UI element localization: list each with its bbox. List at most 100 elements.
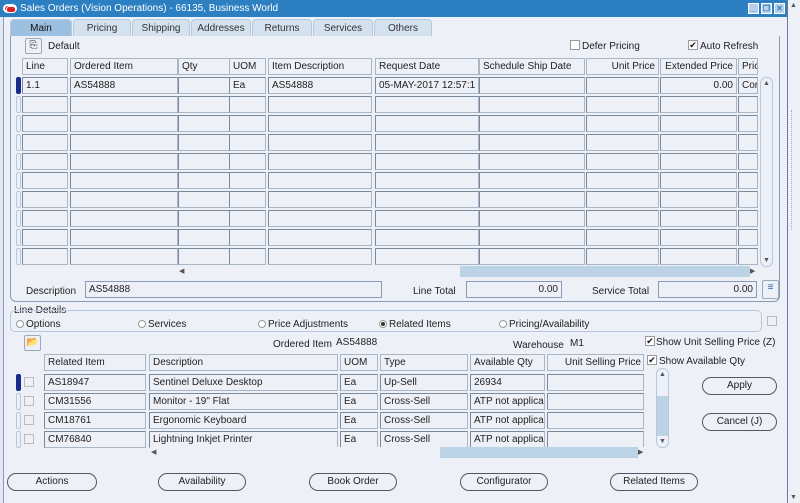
table-cell[interactable]	[22, 134, 68, 151]
column-header[interactable]: Extended Price	[660, 58, 737, 75]
table-cell[interactable]	[660, 191, 737, 208]
table-cell[interactable]	[22, 191, 68, 208]
column-header[interactable]: Type	[380, 354, 468, 371]
table-cell[interactable]	[586, 153, 659, 170]
column-header[interactable]: Request Date	[375, 58, 479, 75]
pricing-availability-radio[interactable]	[499, 320, 507, 328]
table-cell[interactable]	[229, 172, 266, 189]
table-cell[interactable]: Cross-Sell	[380, 431, 468, 448]
table-cell[interactable]	[738, 210, 758, 227]
column-header[interactable]: Unit Selling Price	[547, 354, 644, 371]
scroll-up-icon[interactable]: ▲	[659, 371, 666, 378]
table-cell[interactable]	[22, 96, 68, 113]
table-cell[interactable]: 05-MAY-2017 12:57:1	[375, 77, 479, 94]
table-cell[interactable]	[229, 153, 266, 170]
column-header[interactable]: Schedule Ship Date	[479, 58, 585, 75]
table-cell[interactable]	[375, 153, 479, 170]
table-cell[interactable]: Ea	[229, 77, 266, 94]
table-cell[interactable]: 0.00	[660, 77, 737, 94]
table-cell[interactable]	[660, 172, 737, 189]
table-cell[interactable]: AS54888	[268, 77, 372, 94]
table-cell[interactable]: Ea	[340, 393, 378, 410]
table-cell[interactable]	[229, 191, 266, 208]
table-cell[interactable]	[70, 153, 178, 170]
table-cell[interactable]	[375, 229, 479, 246]
related-vertical-scrollbar[interactable]: ▲ ▼	[656, 368, 669, 448]
table-cell[interactable]	[268, 248, 372, 265]
table-cell[interactable]	[660, 229, 737, 246]
auto-refresh-checkbox[interactable]: ✔	[688, 40, 698, 50]
availability-button[interactable]: Availability	[158, 473, 246, 491]
table-cell[interactable]	[22, 172, 68, 189]
table-cell[interactable]	[178, 248, 230, 265]
table-cell[interactable]	[375, 172, 479, 189]
table-cell[interactable]	[70, 248, 178, 265]
table-cell[interactable]	[586, 248, 659, 265]
row-selector[interactable]	[16, 191, 21, 208]
scroll-up-icon[interactable]: ▲	[790, 2, 797, 9]
table-cell[interactable]	[229, 248, 266, 265]
scroll-left-icon[interactable]: ◀	[151, 448, 156, 456]
table-cell[interactable]	[660, 153, 737, 170]
show-available-qty-checkbox[interactable]: ✔	[647, 355, 657, 365]
table-cell[interactable]	[660, 210, 737, 227]
table-cell[interactable]	[479, 77, 585, 94]
row-selector[interactable]	[16, 374, 21, 391]
table-cell[interactable]	[738, 248, 758, 265]
row-selector[interactable]	[16, 96, 21, 113]
table-cell[interactable]: ATP not applica	[470, 431, 545, 448]
table-cell[interactable]	[738, 115, 758, 132]
table-cell[interactable]: CM31556	[44, 393, 146, 410]
column-header[interactable]: Line	[22, 58, 68, 75]
price-adjustments-radio[interactable]	[258, 320, 266, 328]
table-cell[interactable]	[178, 210, 230, 227]
scroll-left-icon[interactable]: ◀	[179, 267, 184, 275]
table-cell[interactable]: Ea	[340, 374, 378, 391]
tab-main[interactable]: Main	[10, 19, 72, 36]
table-cell[interactable]	[178, 172, 230, 189]
table-cell[interactable]	[375, 210, 479, 227]
table-cell[interactable]: 26934	[470, 374, 545, 391]
table-cell[interactable]	[586, 134, 659, 151]
row-selector[interactable]	[16, 229, 21, 246]
tab-shipping[interactable]: Shipping	[132, 19, 190, 36]
table-cell[interactable]	[479, 191, 585, 208]
table-cell[interactable]	[22, 153, 68, 170]
table-cell[interactable]	[268, 172, 372, 189]
tab-services[interactable]: Services	[313, 19, 373, 36]
table-cell[interactable]	[479, 115, 585, 132]
table-cell[interactable]	[586, 96, 659, 113]
scroll-right-icon[interactable]: ▶	[638, 448, 643, 456]
table-cell[interactable]	[268, 210, 372, 227]
restore-icon[interactable]: ❐	[761, 3, 772, 14]
table-cell[interactable]	[268, 153, 372, 170]
table-cell[interactable]: Cor	[738, 77, 758, 94]
table-cell[interactable]	[547, 412, 644, 429]
table-cell[interactable]: CM76840	[44, 431, 146, 448]
row-selector[interactable]	[16, 172, 21, 189]
table-cell[interactable]	[268, 115, 372, 132]
apply-button[interactable]: Apply	[702, 377, 777, 395]
table-cell[interactable]	[229, 96, 266, 113]
table-cell[interactable]: Lightning Inkjet Printer	[149, 431, 338, 448]
row-select-checkbox[interactable]	[24, 396, 34, 406]
description-field[interactable]: AS54888	[85, 281, 382, 298]
table-cell[interactable]	[738, 134, 758, 151]
table-cell[interactable]	[70, 191, 178, 208]
table-cell[interactable]	[178, 96, 230, 113]
tab-pricing[interactable]: Pricing	[73, 19, 131, 36]
column-header[interactable]: Unit Price	[586, 58, 659, 75]
table-cell[interactable]	[70, 210, 178, 227]
table-cell[interactable]	[738, 229, 758, 246]
table-cell[interactable]: CM18761	[44, 412, 146, 429]
table-cell[interactable]: Up-Sell	[380, 374, 468, 391]
column-header[interactable]: Item Description	[268, 58, 372, 75]
related-items-radio[interactable]	[379, 320, 387, 328]
table-cell[interactable]	[70, 96, 178, 113]
line-details-checkbox[interactable]	[767, 316, 777, 326]
table-cell[interactable]	[229, 115, 266, 132]
column-header[interactable]: Qty	[178, 58, 230, 75]
table-cell[interactable]: Sentinel Deluxe Desktop	[149, 374, 338, 391]
column-header[interactable]: UOM	[229, 58, 266, 75]
default-folder-icon[interactable]: ⎘	[25, 38, 42, 54]
